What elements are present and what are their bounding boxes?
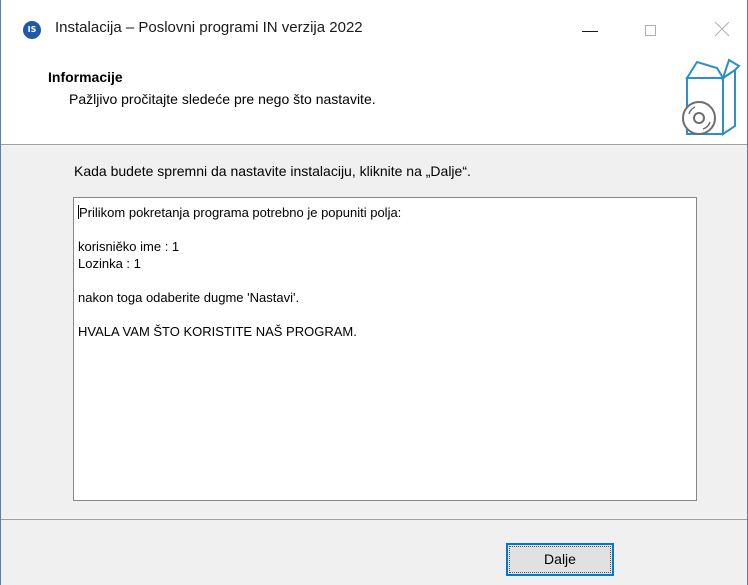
next-button[interactable]: Dalje [506,543,614,576]
memo-line [78,272,692,289]
page-subtitle: Pažljivo pročitajte sledeće pre nego što… [69,91,376,107]
next-button-label: Dalje [509,546,611,573]
instruction-text: Kada budete spremni da nastavite instala… [74,163,471,179]
wizard-content: Kada budete spremni da nastavite instala… [1,145,747,519]
memo-line [78,306,692,323]
app-icon: IS [23,21,41,39]
memo-line: Lozinka : 1 [78,256,141,271]
info-memo-box[interactable]: Prilikom pokretanja programa potrebno je… [73,197,697,501]
memo-line: HVALA VAM ŠTO KORISTITE NAŠ PROGRAM. [78,324,357,339]
memo-line: nakon toga odaberite dugme 'Nastavi'. [78,290,300,305]
minimize-button[interactable] [569,0,615,56]
close-icon [714,21,730,37]
close-button[interactable] [701,0,747,56]
wizard-header: Informacije Pažljivo pročitajte sledeće … [1,56,747,144]
maximize-button[interactable] [629,0,675,56]
wizard-footer: Dalje [1,520,747,585]
window-title: Instalacija – Poslovni programi IN verzi… [55,19,363,36]
minimize-icon [582,31,598,32]
maximize-icon [645,25,656,36]
title-bar[interactable]: IS Instalacija – Poslovni programi IN ve… [1,0,747,56]
software-box-icon [682,58,741,136]
memo-line: korisniěko ime : 1 [78,239,180,254]
memo-line [78,221,692,238]
memo-line: Prilikom pokretanja programa potrebno je… [78,205,402,220]
installer-window: IS Instalacija – Poslovni programi IN ve… [0,0,748,585]
page-title: Informacije [48,69,123,85]
